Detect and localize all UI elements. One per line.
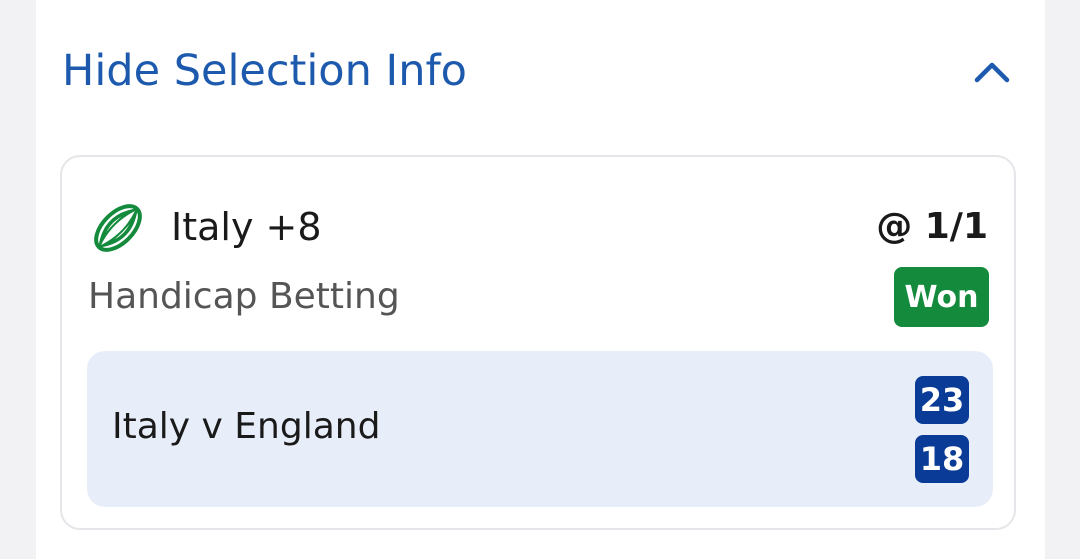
selection-info-panel: Hide Selection Info Italy +8 @ 1/1 Handi… — [36, 0, 1045, 559]
event-box: Italy v England 23 18 — [87, 351, 993, 507]
selection-name: Italy +8 — [171, 205, 322, 249]
selection-odds: @ 1/1 — [876, 206, 988, 247]
hide-selection-info-toggle[interactable]: Hide Selection Info — [62, 45, 467, 97]
score-away: 18 — [915, 435, 969, 483]
selection-info-header[interactable]: Hide Selection Info — [36, 0, 1045, 145]
market-name: Handicap Betting — [88, 276, 400, 317]
rugby-ball-icon — [94, 204, 142, 252]
selection-card: Italy +8 @ 1/1 Handicap Betting Won Ital… — [60, 155, 1016, 530]
score-home: 23 — [915, 376, 969, 424]
event-name: Italy v England — [112, 406, 381, 447]
result-badge: Won — [894, 267, 989, 327]
chevron-up-icon[interactable] — [972, 53, 1012, 93]
